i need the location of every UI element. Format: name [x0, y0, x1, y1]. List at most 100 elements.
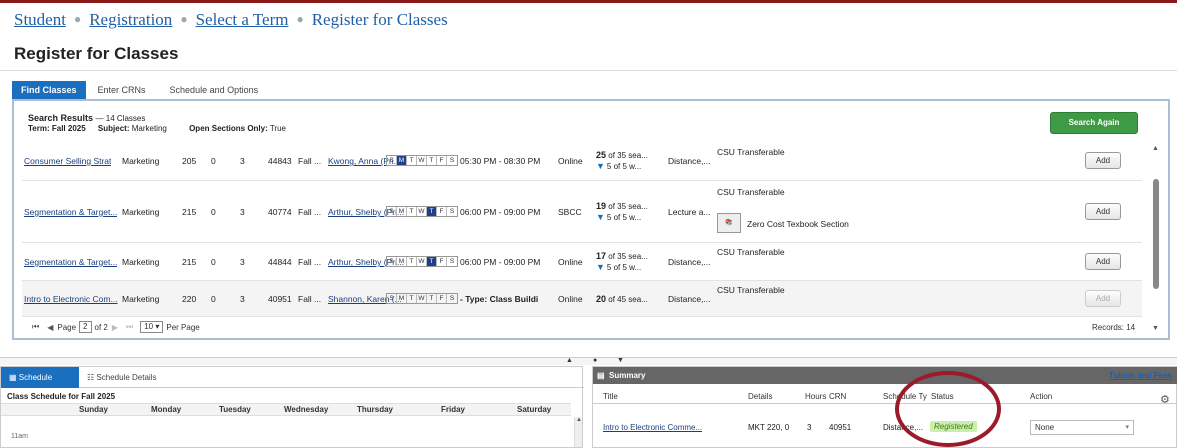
- prev-page-icon[interactable]: ◀: [47, 323, 53, 332]
- add-button[interactable]: Add: [1085, 253, 1121, 270]
- scroll-up-icon[interactable]: ▲: [576, 417, 582, 423]
- scroll-thumb[interactable]: [1153, 179, 1159, 289]
- course-number-cell: 215: [182, 207, 197, 217]
- day-box: F: [437, 257, 447, 266]
- meeting-days: SMTWTFS: [386, 256, 458, 267]
- table-row: Segmentation & Target... Marketing 215 0 3 44…: [22, 243, 1142, 281]
- schedule-type-cell: Distance,...: [668, 294, 711, 304]
- scroll-up-icon[interactable]: ▲: [1152, 145, 1159, 152]
- summary-panel: ▤ Summary Tuition and Fees Title Details …: [592, 366, 1177, 448]
- term-cell: Fall ...: [298, 207, 322, 217]
- action-select[interactable]: None ▾: [1030, 420, 1134, 435]
- seats-count: 25: [596, 150, 607, 160]
- per-page-label: Per Page: [166, 322, 200, 332]
- col-hours: Hours: [805, 392, 827, 401]
- per-page-select[interactable]: 10 ▾: [140, 321, 164, 333]
- schedule-day-header: Sunday Monday Tuesday Wednesday Thursday…: [1, 403, 571, 416]
- add-button[interactable]: Add: [1085, 290, 1121, 307]
- hours-cell: 3: [240, 156, 245, 166]
- day-box: M: [397, 156, 407, 165]
- crn-cell: 40951: [268, 294, 292, 304]
- schedule-panel: ▦ Schedule ☷ Schedule Details Class Sche…: [0, 366, 584, 448]
- add-button[interactable]: Add: [1085, 152, 1121, 169]
- tab-schedule-options[interactable]: Schedule and Options: [158, 81, 271, 100]
- crn-cell: 44844: [268, 257, 292, 267]
- course-title-link[interactable]: Segmentation & Target...: [24, 207, 117, 217]
- day-box: F: [437, 156, 447, 165]
- textbook-icon: 📚: [717, 213, 741, 233]
- search-results-title: Search Results — 14 Classes: [28, 113, 146, 123]
- term-cell: Fall ...: [298, 257, 322, 267]
- tab-schedule-details[interactable]: ☷ Schedule Details: [87, 367, 156, 388]
- meeting-time: 06:00 PM - 09:00 PM: [460, 257, 541, 267]
- subject-cell: Marketing: [122, 156, 160, 166]
- highlight-circle: [895, 371, 1001, 447]
- tuition-fees-link[interactable]: Tuition and Fees: [1109, 367, 1172, 384]
- page-input[interactable]: 2: [79, 321, 92, 333]
- search-results-panel: Search Results — 14 Classes Term: Fall 2…: [12, 99, 1170, 340]
- splitter-dot-icon[interactable]: ●: [593, 357, 597, 364]
- next-page-icon[interactable]: ▶: [112, 323, 118, 332]
- breadcrumb-select-term[interactable]: Select a Term: [196, 10, 289, 29]
- meeting-time: 05:30 PM - 08:30 PM: [460, 156, 541, 166]
- collapse-up-icon[interactable]: ▲: [566, 357, 573, 364]
- schedule-caption: Class Schedule for Fall 2025: [7, 392, 116, 401]
- attribute-text: Zero Cost Texbook Section: [747, 219, 849, 229]
- day-box: F: [437, 294, 447, 303]
- table-row: Consumer Selling Strat Marketing 205 0 3 4484…: [22, 141, 1142, 181]
- section-cell: 0: [211, 207, 216, 217]
- subject-cell: Marketing: [122, 294, 160, 304]
- page-title: Register for Classes: [14, 44, 179, 63]
- seats-count: 17: [596, 251, 607, 261]
- meeting-time: 06:00 PM - 09:00 PM: [460, 207, 541, 217]
- day-box: M: [397, 207, 407, 216]
- table-row: Intro to Electronic Com... Marketing 220 0 3…: [22, 281, 1142, 317]
- page-label: Page: [57, 322, 77, 332]
- waitlist-seats: ▼ 5 of 5 w...: [596, 262, 648, 272]
- seats-available: 25 of 35 sea...: [596, 150, 648, 160]
- summary-course-title[interactable]: Intro to Electronic Comme...: [603, 423, 702, 432]
- tab-schedule[interactable]: ▦ Schedule: [1, 367, 79, 388]
- breadcrumb-registration[interactable]: Registration: [89, 10, 172, 29]
- search-again-button[interactable]: Search Again: [1050, 112, 1138, 134]
- day-box: S: [449, 295, 455, 302]
- course-title-link[interactable]: Segmentation & Target...: [24, 257, 117, 267]
- course-title-link[interactable]: Intro to Electronic Com...: [24, 294, 118, 304]
- day-friday: Friday: [441, 405, 466, 414]
- breadcrumb: Student ● Registration ● Select a Term ● Regis…: [14, 10, 448, 30]
- list-icon: ☷: [87, 373, 95, 382]
- day-box: S: [387, 156, 397, 165]
- course-number-cell: 220: [182, 294, 197, 304]
- col-details: Details: [748, 392, 773, 401]
- day-monday: Monday: [151, 405, 182, 414]
- day-box: W: [417, 156, 427, 165]
- tab-enter-crns[interactable]: Enter CRNs: [86, 81, 158, 100]
- hours-cell: 3: [240, 257, 245, 267]
- col-action: Action: [1030, 392, 1053, 401]
- waitlist-seats: ▼ 5 of 5 w...: [596, 212, 648, 222]
- waitlist-icon: ▼: [596, 212, 605, 222]
- collapse-down-icon[interactable]: ▼: [617, 357, 624, 364]
- day-box: S: [387, 257, 397, 266]
- scroll-down-icon[interactable]: ▼: [1152, 325, 1159, 332]
- schedule-scrollbar[interactable]: ▲: [574, 417, 582, 447]
- seats-total: of 35 sea...: [606, 252, 648, 261]
- results-scrollbar[interactable]: ▲ ▼: [1150, 141, 1162, 337]
- breadcrumb-student[interactable]: Student: [14, 10, 66, 29]
- tab-find-classes[interactable]: Find Classes: [12, 81, 86, 100]
- add-button[interactable]: Add: [1085, 203, 1121, 220]
- course-title-link[interactable]: Consumer Selling Strat: [24, 156, 111, 166]
- panel-splitter[interactable]: ▲ ● ▼: [0, 357, 1177, 365]
- campus-cell: Online: [558, 257, 583, 267]
- first-page-icon[interactable]: ⏮: [32, 322, 39, 332]
- attribute-text: CSU Transferable: [717, 247, 785, 257]
- seats-available: 17 of 35 sea...: [596, 251, 648, 261]
- breadcrumb-separator: ●: [180, 12, 188, 26]
- col-crn: CRN: [829, 392, 847, 401]
- gear-icon[interactable]: ⚙: [1160, 393, 1170, 406]
- last-page-icon[interactable]: ⏭: [126, 322, 133, 332]
- search-criteria: Term: Fall 2025 Subject: Marketing Open …: [28, 124, 286, 133]
- day-box: T: [427, 207, 437, 216]
- day-box: T: [407, 156, 417, 165]
- waitlist-seats: ▼ 5 of 5 w...: [596, 161, 648, 171]
